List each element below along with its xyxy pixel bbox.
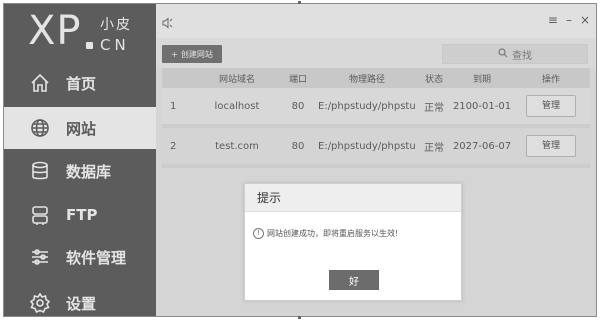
resize-handle [298, 316, 301, 319]
ok-button[interactable]: 好 [329, 270, 379, 290]
alert-dialog: 提示 ! 网站创建成功，即将重启服务以生效! 好 [244, 183, 462, 301]
dialog-message: 网站创建成功，即将重启服务以生效! [267, 229, 399, 238]
resize-handle [298, 1, 301, 4]
screenshot-frame: XP 小皮 CN 首页 网站 数据库 FTP 软件管理 设置 ≡ – × + 创… [3, 3, 597, 317]
dialog-body: ! 网站创建成功，即将重启服务以生效! [245, 228, 463, 239]
dialog-title: 提示 [245, 184, 461, 212]
warning-icon: ! [253, 228, 264, 239]
phpstudy-window: XP 小皮 CN 首页 网站 数据库 FTP 软件管理 设置 ≡ – × + 创… [4, 4, 596, 316]
